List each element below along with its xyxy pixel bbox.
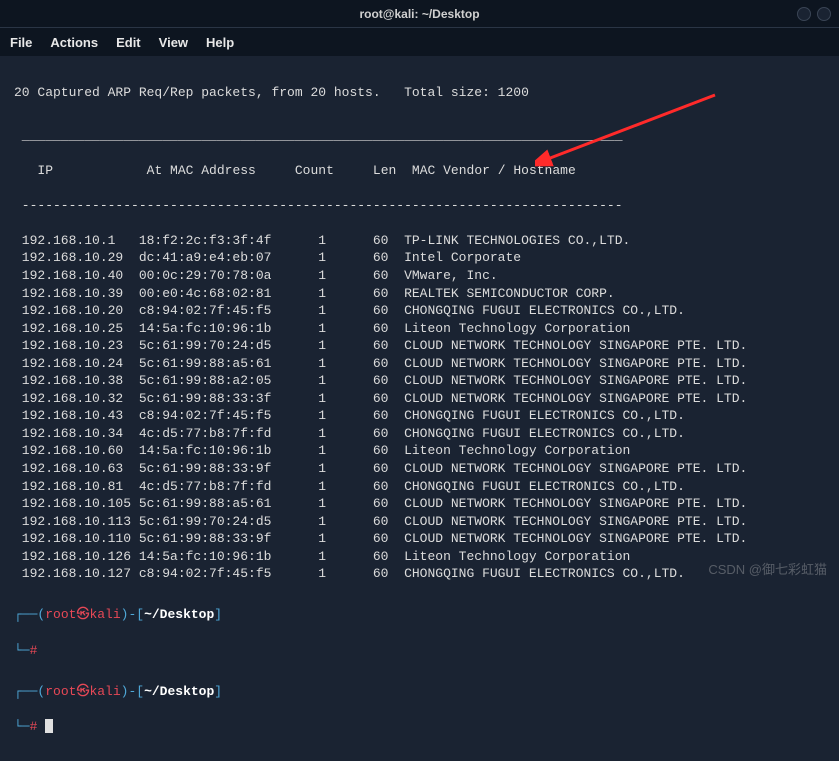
menu-edit[interactable]: Edit (116, 35, 141, 50)
col-ip: IP (37, 163, 53, 178)
table-row: 192.168.10.32 5c:61:99:88:33:3f 1 60 CLO… (14, 390, 825, 408)
table-row: 192.168.10.105 5c:61:99:88:a5:61 1 60 CL… (14, 495, 825, 513)
summary-line: 20 Captured ARP Req/Rep packets, from 20… (14, 84, 825, 102)
cursor-icon (45, 719, 53, 733)
prompt-2: ┌──(root㉿kali)-[~/Desktop] (14, 683, 825, 701)
table-row: 192.168.10.20 c8:94:02:7f:45:f5 1 60 CHO… (14, 302, 825, 320)
prompt-1: ┌──(root㉿kali)-[~/Desktop] (14, 606, 825, 624)
table-row: 192.168.10.60 14:5a:fc:10:96:1b 1 60 Lit… (14, 442, 825, 460)
table-row: 192.168.10.29 dc:41:a9:e4:eb:07 1 60 Int… (14, 249, 825, 267)
minimize-icon[interactable] (797, 7, 811, 21)
col-count: Count (295, 163, 334, 178)
maximize-icon[interactable] (817, 7, 831, 21)
watermark: CSDN @御七彩虹猫 (708, 559, 827, 578)
table-row: 192.168.10.126 14:5a:fc:10:96:1b 1 60 Li… (14, 548, 825, 566)
menu-file[interactable]: File (10, 35, 32, 50)
table-header: IP At MAC Address Count Len MAC Vendor /… (14, 162, 825, 180)
window-title: root@kali: ~/Desktop (359, 7, 479, 21)
menu-view[interactable]: View (159, 35, 188, 50)
table-row: 192.168.10.113 5c:61:99:70:24:d5 1 60 CL… (14, 513, 825, 531)
col-mac: At MAC Address (147, 163, 256, 178)
terminal-output[interactable]: 20 Captured ARP Req/Rep packets, from 20… (0, 56, 839, 761)
window-controls (797, 7, 831, 21)
prompt-2-line2[interactable]: └─# (14, 718, 825, 736)
table-row: 192.168.10.63 5c:61:99:88:33:9f 1 60 CLO… (14, 460, 825, 478)
titlebar: root@kali: ~/Desktop (0, 0, 839, 28)
menubar: File Actions Edit View Help (0, 28, 839, 56)
table-body: 192.168.10.1 18:f2:2c:f3:3f:4f 1 60 TP-L… (14, 232, 825, 583)
table-row: 192.168.10.110 5c:61:99:88:33:9f 1 60 CL… (14, 530, 825, 548)
table-row: 192.168.10.23 5c:61:99:70:24:d5 1 60 CLO… (14, 337, 825, 355)
table-row: 192.168.10.81 4c:d5:77:b8:7f:fd 1 60 CHO… (14, 478, 825, 496)
table-row: 192.168.10.24 5c:61:99:88:a5:61 1 60 CLO… (14, 355, 825, 373)
table-row: 192.168.10.127 c8:94:02:7f:45:f5 1 60 CH… (14, 565, 825, 583)
table-row: 192.168.10.1 18:f2:2c:f3:3f:4f 1 60 TP-L… (14, 232, 825, 250)
menu-actions[interactable]: Actions (50, 35, 98, 50)
table-row: 192.168.10.38 5c:61:99:88:a2:05 1 60 CLO… (14, 372, 825, 390)
divider-top: ________________________________________… (14, 127, 825, 145)
table-row: 192.168.10.43 c8:94:02:7f:45:f5 1 60 CHO… (14, 407, 825, 425)
divider-mid: ----------------------------------------… (14, 197, 825, 215)
col-len: Len (373, 163, 396, 178)
prompt-1-line2: └─# (14, 642, 825, 660)
table-row: 192.168.10.40 00:0c:29:70:78:0a 1 60 VMw… (14, 267, 825, 285)
menu-help[interactable]: Help (206, 35, 234, 50)
table-row: 192.168.10.39 00:e0:4c:68:02:81 1 60 REA… (14, 285, 825, 303)
col-vendor: MAC Vendor / Hostname (412, 163, 576, 178)
table-row: 192.168.10.34 4c:d5:77:b8:7f:fd 1 60 CHO… (14, 425, 825, 443)
table-row: 192.168.10.25 14:5a:fc:10:96:1b 1 60 Lit… (14, 320, 825, 338)
